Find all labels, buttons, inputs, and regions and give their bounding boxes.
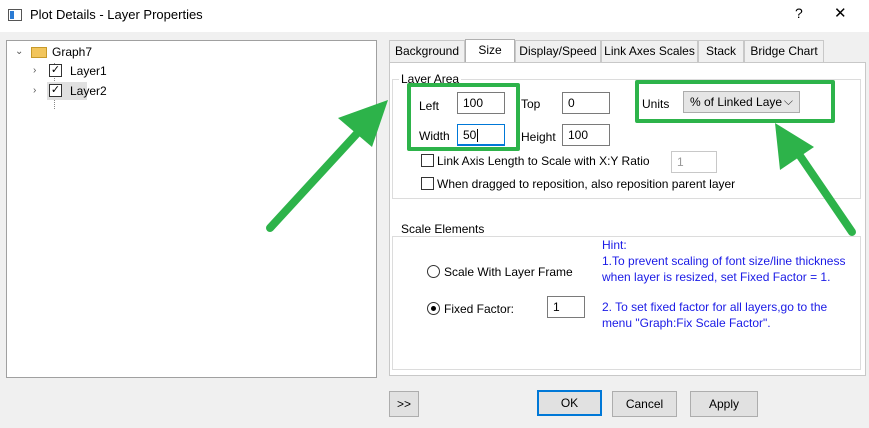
hint-line-1: 1.To prevent scaling of font size/line t… (602, 254, 846, 268)
help-button[interactable]: ? (795, 5, 803, 21)
chevron-right-icon[interactable]: › (33, 82, 36, 100)
apply-button[interactable]: Apply (690, 391, 758, 417)
link-axis-label: Link Axis Length to Scale with X:Y Ratio (437, 154, 650, 168)
scale-with-frame-label: Scale With Layer Frame (444, 265, 573, 279)
layer1-checkbox[interactable]: ✓ (49, 64, 62, 77)
tab-bridge-chart[interactable]: Bridge Chart (744, 40, 824, 62)
chevron-down-icon[interactable]: ⌄ (15, 43, 23, 61)
scale-with-frame-radio[interactable] (427, 265, 440, 278)
ok-button[interactable]: OK (537, 390, 602, 416)
reposition-parent-label: When dragged to reposition, also reposit… (437, 177, 736, 191)
tab-background[interactable]: Background (389, 40, 465, 62)
tab-size[interactable]: Size (465, 39, 515, 63)
layer-tree[interactable]: ⌄ Graph7 › ✓ Layer1 › ✓ Layer2 (6, 40, 377, 378)
chevron-right-icon[interactable]: › (33, 62, 36, 80)
reposition-parent-checkbox[interactable] (421, 177, 434, 190)
fixed-factor-label: Fixed Factor: (444, 302, 515, 316)
link-axis-ratio-input[interactable] (671, 151, 717, 173)
tab-display-speed[interactable]: Display/Speed (515, 40, 601, 62)
annotation-box-position (407, 83, 520, 151)
expand-button[interactable]: >> (389, 391, 419, 417)
top-input[interactable] (562, 92, 610, 114)
hint-line-4: menu "Graph:Fix Scale Factor". (602, 316, 771, 330)
height-input[interactable] (562, 124, 610, 146)
tab-stack[interactable]: Stack (698, 40, 744, 62)
fixed-factor-radio[interactable] (427, 302, 440, 315)
height-label: Height (521, 130, 556, 144)
app-window-icon (8, 9, 22, 21)
scale-elements-legend: Scale Elements (399, 222, 487, 236)
layer2-checkbox[interactable]: ✓ (49, 84, 62, 97)
tree-item-label: Layer1 (70, 64, 107, 78)
hint-line-3: 2. To set fixed factor for all layers,go… (602, 300, 828, 314)
tree-item-label: Graph7 (52, 45, 93, 59)
hint-line-2: when layer is resized, set Fixed Factor … (602, 270, 831, 284)
cancel-button[interactable]: Cancel (612, 391, 677, 417)
link-axis-checkbox[interactable] (421, 154, 434, 167)
close-button[interactable]: ✕ (834, 4, 847, 22)
window-title: Plot Details - Layer Properties (30, 7, 203, 22)
hint-text: Hint: 1.To prevent scaling of font size/… (602, 237, 845, 331)
fixed-factor-input[interactable] (547, 296, 585, 318)
title-bar: Plot Details - Layer Properties ? ✕ (0, 0, 869, 32)
folder-open-icon (31, 47, 47, 58)
hint-title: Hint: (602, 238, 627, 252)
tree-item-label: Layer2 (70, 84, 107, 98)
top-label: Top (521, 97, 541, 111)
tab-link-axes-scales[interactable]: Link Axes Scales (601, 40, 698, 62)
annotation-box-units (635, 80, 835, 123)
